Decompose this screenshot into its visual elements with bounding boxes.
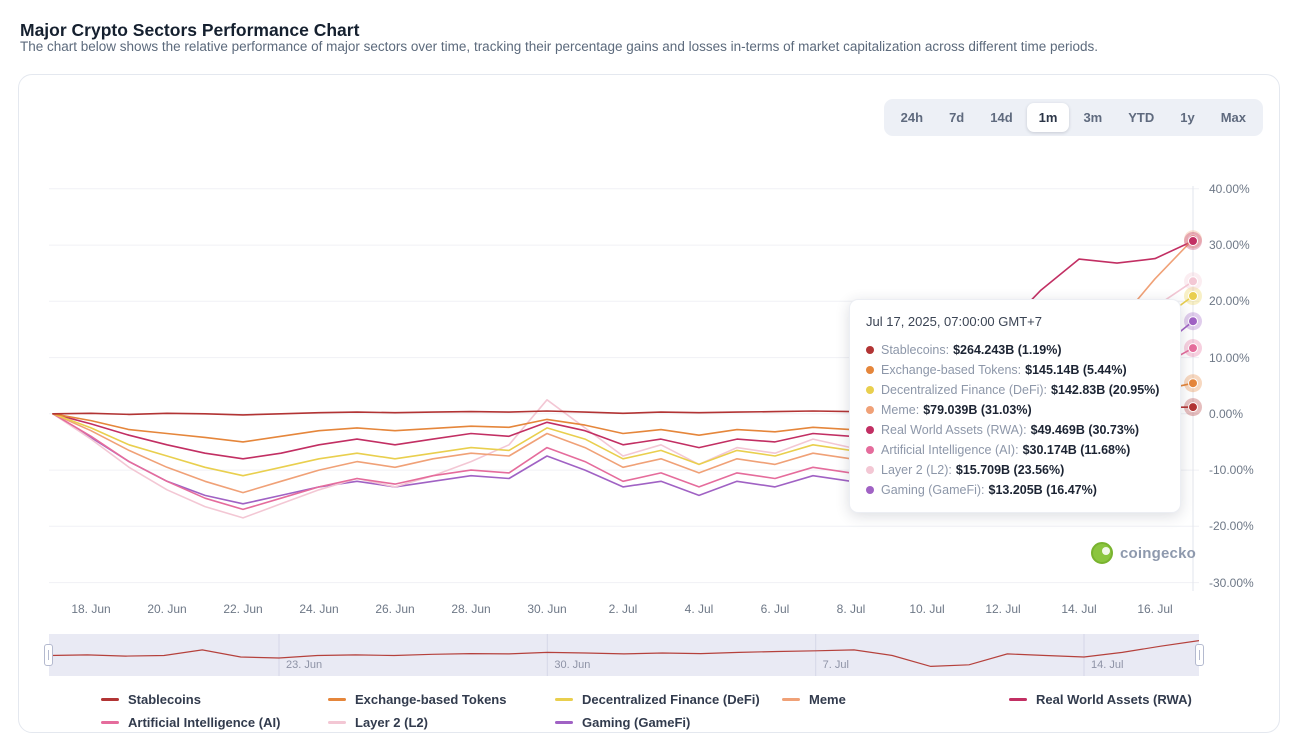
legend-label: Decentralized Finance (DeFi) xyxy=(582,692,760,707)
series-end-dot-stablecoins xyxy=(1189,403,1198,412)
legend-label: Gaming (GameFi) xyxy=(582,715,690,730)
series-line-decentralized-finance-defi xyxy=(53,296,1193,476)
x-axis-label: 16. Jul xyxy=(1120,602,1190,616)
legend-item-stablecoins[interactable]: Stablecoins xyxy=(101,691,328,708)
x-axis-label: 8. Jul xyxy=(816,602,886,616)
x-axis-label: 30. Jun xyxy=(512,602,582,616)
legend-item-exchange-based-tokens[interactable]: Exchange-based Tokens xyxy=(328,691,555,708)
legend-color-swatch xyxy=(328,698,346,701)
series-line-real-world-assets-rwa xyxy=(53,241,1193,459)
series-end-dot-exchange-based-tokens xyxy=(1189,379,1198,388)
x-axis-label: 26. Jun xyxy=(360,602,430,616)
time-range-14d[interactable]: 14d xyxy=(978,103,1024,132)
time-range-7d[interactable]: 7d xyxy=(937,103,976,132)
series-line-meme xyxy=(53,239,1193,492)
legend-label: Layer 2 (L2) xyxy=(355,715,428,730)
legend-item-artificial-intelligence-ai[interactable]: Artificial Intelligence (AI) xyxy=(101,714,328,731)
series-end-dot-gaming-gamefi xyxy=(1189,317,1198,326)
time-range-max[interactable]: Max xyxy=(1209,103,1258,132)
x-axis-label: 22. Jun xyxy=(208,602,278,616)
legend-color-swatch xyxy=(555,721,573,724)
page-subtitle: The chart below shows the relative perfo… xyxy=(20,39,1098,54)
navigator-plot[interactable] xyxy=(49,634,1199,676)
y-axis-label: -10.00% xyxy=(1209,462,1273,478)
navigator-handle-right[interactable] xyxy=(1195,644,1204,666)
y-axis-label: 10.00% xyxy=(1209,350,1273,366)
x-axis-label: 2. Jul xyxy=(588,602,658,616)
time-range-3m[interactable]: 3m xyxy=(1071,103,1114,132)
x-axis-label: 12. Jul xyxy=(968,602,1038,616)
series-line-artificial-intelligence-ai xyxy=(53,348,1193,509)
legend-item-real-world-assets-rwa[interactable]: Real World Assets (RWA) xyxy=(1009,691,1236,708)
legend-item-layer-2-l2[interactable]: Layer 2 (L2) xyxy=(328,714,555,731)
coingecko-attribution[interactable]: coingecko xyxy=(1091,542,1196,564)
legend-item-meme[interactable]: Meme xyxy=(782,691,1009,708)
chart-area[interactable]: 40.00%30.00%20.00%10.00%0.00%-10.00%-20.… xyxy=(49,186,1199,591)
y-axis-label: 40.00% xyxy=(1209,181,1273,197)
legend-label: Real World Assets (RWA) xyxy=(1036,692,1192,707)
y-axis-label: -30.00% xyxy=(1209,575,1273,591)
legend-color-swatch xyxy=(782,698,800,701)
navigator-date-label: 30. Jun xyxy=(554,659,590,671)
legend-label: Artificial Intelligence (AI) xyxy=(128,715,280,730)
time-range-ytd[interactable]: YTD xyxy=(1116,103,1166,132)
legend-item-decentralized-finance-defi[interactable]: Decentralized Finance (DeFi) xyxy=(555,691,782,708)
page-title: Major Crypto Sectors Performance Chart xyxy=(20,20,359,41)
x-axis-label: 10. Jul xyxy=(892,602,962,616)
y-axis-label: 30.00% xyxy=(1209,237,1273,253)
navigator-line xyxy=(49,641,1199,667)
legend: Stablecoins Exchange-based Tokens Decentra… xyxy=(101,691,1261,731)
navigator-date-label: 23. Jun xyxy=(286,659,322,671)
legend-label: Exchange-based Tokens xyxy=(355,692,506,707)
x-axis-label: 14. Jul xyxy=(1044,602,1114,616)
y-axis-label: -20.00% xyxy=(1209,518,1273,534)
coingecko-wordmark: coingecko xyxy=(1120,545,1196,562)
time-range-1m[interactable]: 1m xyxy=(1027,103,1070,132)
x-axis-label: 20. Jun xyxy=(132,602,202,616)
time-range-24h[interactable]: 24h xyxy=(889,103,935,132)
legend-label: Meme xyxy=(809,692,846,707)
legend-item-gaming-gamefi[interactable]: Gaming (GameFi) xyxy=(555,714,782,731)
x-axis-label: 28. Jun xyxy=(436,602,506,616)
chart-card: 24h7d14d1m3mYTD1yMax 40.00%30.00%20.00%1… xyxy=(18,74,1280,733)
navigator-date-label: 14. Jul xyxy=(1091,659,1123,671)
performance-plot[interactable] xyxy=(49,186,1199,591)
series-end-dot-layer-2-l2 xyxy=(1189,277,1198,286)
series-end-dot-decentralized-finance-defi xyxy=(1189,292,1198,301)
series-end-dot-real-world-assets-rwa xyxy=(1189,237,1198,246)
legend-color-swatch xyxy=(328,721,346,724)
coingecko-logo-icon xyxy=(1091,542,1113,564)
time-range-selector: 24h7d14d1m3mYTD1yMax xyxy=(884,99,1263,136)
navigator-date-label: 7. Jul xyxy=(823,659,849,671)
x-axis-label: 18. Jun xyxy=(56,602,126,616)
legend-color-swatch xyxy=(1009,698,1027,701)
y-axis-label: 20.00% xyxy=(1209,293,1273,309)
x-axis-label: 4. Jul xyxy=(664,602,734,616)
x-axis-label: 24. Jun xyxy=(284,602,354,616)
x-axis-label: 6. Jul xyxy=(740,602,810,616)
time-range-1y[interactable]: 1y xyxy=(1168,103,1206,132)
legend-color-swatch xyxy=(101,698,119,701)
legend-color-swatch xyxy=(555,698,573,701)
navigator-handle-left[interactable] xyxy=(44,644,53,666)
y-axis-label: 0.00% xyxy=(1209,406,1273,422)
legend-label: Stablecoins xyxy=(128,692,201,707)
series-end-dot-artificial-intelligence-ai xyxy=(1189,344,1198,353)
legend-color-swatch xyxy=(101,721,119,724)
navigator[interactable]: 23. Jun 30. Jun 7. Jul 14. Jul xyxy=(49,634,1199,676)
series-line-layer-2-l2 xyxy=(53,281,1193,518)
x-axis-labels: 18. Jun 20. Jun 22. Jun 24. Jun 26. Jun 28. J… xyxy=(49,602,1199,618)
